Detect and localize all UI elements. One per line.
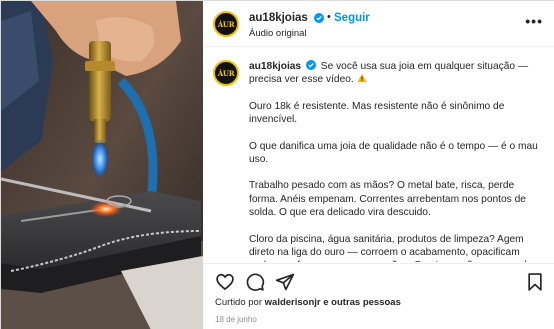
caption-text: au18kjoias Se você usa sua joia em qualq… <box>249 60 545 262</box>
caption-avatar-logo-text: ÁUR <box>217 68 235 78</box>
avatar[interactable]: ÁUR <box>213 11 239 37</box>
avatar-logo-text: ÁUR <box>217 19 235 29</box>
likes-user[interactable]: walderisonjr <box>265 297 321 308</box>
verified-badge-icon <box>314 13 324 23</box>
comment-icon[interactable] <box>245 272 265 292</box>
bookmark-icon[interactable] <box>525 272 545 292</box>
more-options-button[interactable]: ••• <box>525 13 543 29</box>
post-window: ÁUR au18kjoias • Seguir Áudio original •… <box>0 0 554 329</box>
post-video[interactable] <box>1 1 203 329</box>
likes-summary[interactable]: Curtido por walderisonjr e outras pessoa… <box>215 297 401 308</box>
caption-paragraph: O que danifica uma joia de qualidade não… <box>249 140 538 166</box>
author-username[interactable]: au18kjoias <box>249 12 308 24</box>
caption-paragraph: Trabalho pesado com as mãos? O metal bat… <box>249 180 526 219</box>
post-date[interactable]: 18 de junho <box>215 315 257 324</box>
likes-prefix: Curtido por <box>215 297 262 308</box>
audio-label[interactable]: Áudio original <box>249 28 307 39</box>
video-frame-illustration <box>1 1 203 329</box>
caption-verified-badge-icon <box>305 60 316 70</box>
action-bar <box>203 263 554 297</box>
caption-paragraph: Ouro 18k é resistente. Mas resistente nã… <box>249 100 505 126</box>
caption-username[interactable]: au18kjoias <box>249 61 301 72</box>
share-icon[interactable] <box>275 272 295 292</box>
heart-icon[interactable] <box>215 272 235 292</box>
separator-dot: • <box>327 11 331 23</box>
post-header: ÁUR au18kjoias • Seguir Áudio original •… <box>203 1 554 47</box>
caption-avatar[interactable]: ÁUR <box>213 60 239 86</box>
post-details-panel: ÁUR au18kjoias • Seguir Áudio original •… <box>203 1 554 329</box>
likes-suffix[interactable]: e outras pessoas <box>323 297 401 308</box>
caption-paragraph: Cloro da piscina, água sanitária, produt… <box>249 233 532 262</box>
warning-emoji-icon <box>357 74 367 83</box>
caption-scroll-area[interactable]: ÁUR au18kjoias Se você usa sua joia em q… <box>203 48 554 262</box>
follow-button[interactable]: Seguir <box>334 12 370 24</box>
